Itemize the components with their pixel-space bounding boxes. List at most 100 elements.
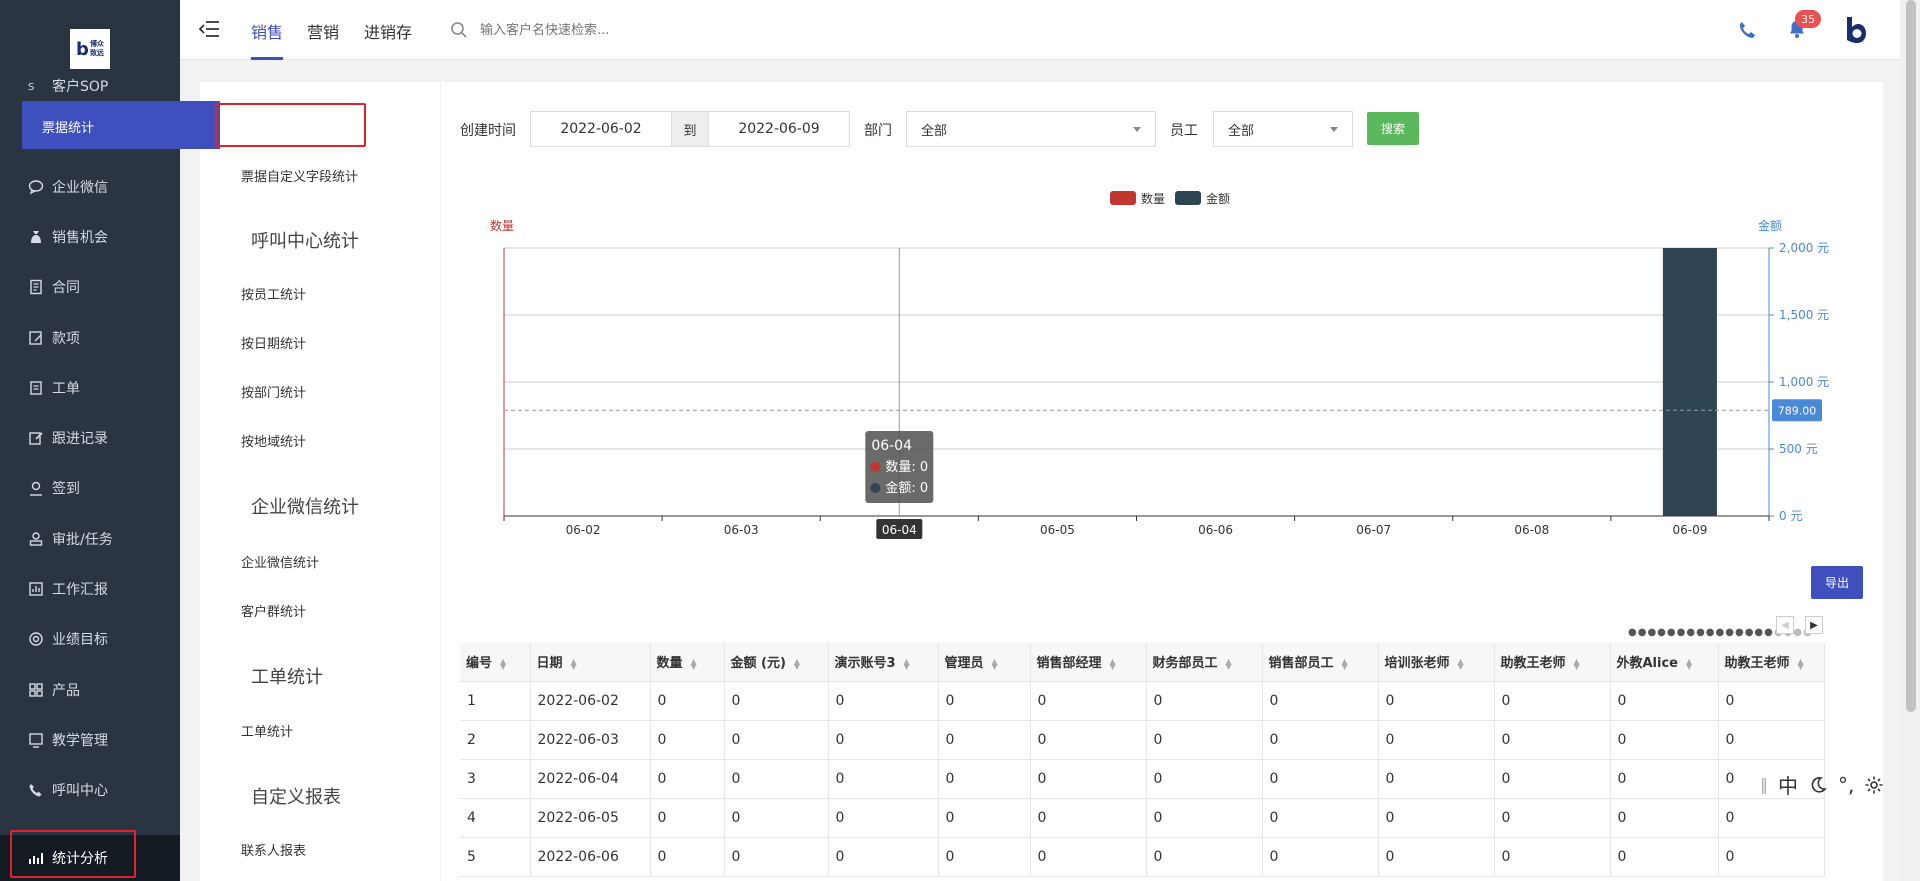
- search-button[interactable]: 搜索: [1367, 112, 1419, 145]
- sort-icon[interactable]: ▲ ▼: [1226, 657, 1232, 670]
- sidebar-item-3[interactable]: 销售机会: [0, 217, 180, 257]
- column-header[interactable]: 编号 ▲ ▼: [460, 643, 531, 682]
- stats-menu-item-active[interactable]: 票据统计: [22, 101, 220, 149]
- column-header[interactable]: 管理员 ▲ ▼: [938, 643, 1031, 682]
- legend-swatch-count[interactable]: [1110, 191, 1136, 205]
- sidebar-item-5[interactable]: 款项: [0, 318, 180, 358]
- column-header[interactable]: 外教Alice ▲ ▼: [1610, 643, 1719, 682]
- sort-icon[interactable]: ▲ ▼: [1798, 657, 1804, 670]
- table-row[interactable]: 4 2022-06-05 0 0 0 0 0 0 0 0 0 0 0: [460, 798, 1825, 838]
- table-row[interactable]: 5 2022-06-06 0 0 0 0 0 0 0 0 0 0 0: [460, 837, 1825, 877]
- ime-punctuation-toggle[interactable]: °,: [1838, 773, 1854, 797]
- sidebar-item-13[interactable]: 教学管理: [0, 720, 180, 760]
- sort-icon[interactable]: ▲ ▼: [1574, 657, 1580, 670]
- table-cell: 0: [1146, 798, 1263, 838]
- workorder-icon: [30, 381, 42, 395]
- sort-icon[interactable]: ▲ ▼: [1342, 657, 1348, 670]
- column-header[interactable]: 助教王老师 ▲ ▼: [1494, 643, 1611, 682]
- legend-label-count[interactable]: 数量: [1141, 190, 1165, 207]
- legend-swatch-amount[interactable]: [1175, 191, 1201, 205]
- sidebar-item-11[interactable]: 业绩目标: [0, 619, 180, 659]
- ime-toolbar[interactable]: ‖ 中 °,: [1760, 770, 1884, 799]
- stats-menu-item[interactable]: 企业微信统计: [241, 552, 319, 571]
- column-header-label: 培训张老师: [1384, 656, 1450, 672]
- table-cell: 0: [650, 837, 725, 877]
- table-row[interactable]: 1 2022-06-02 0 0 0 0 0 0 0 0 0 0 0: [460, 681, 1825, 721]
- table-scroll-left-button[interactable]: ◀: [1776, 616, 1794, 634]
- legend-label-amount[interactable]: 金额: [1206, 190, 1230, 207]
- table-row[interactable]: 2 2022-06-03 0 0 0 0 0 0 0 0 0 0 0: [460, 720, 1825, 760]
- column-header-label: 日期: [536, 656, 563, 672]
- dept-select[interactable]: 全部: [906, 111, 1156, 147]
- column-header[interactable]: 销售部经理 ▲ ▼: [1030, 643, 1147, 682]
- sidebar-item-7[interactable]: 跟进记录: [0, 418, 180, 458]
- sort-icon[interactable]: ▲ ▼: [500, 657, 506, 670]
- sort-icon[interactable]: ▲ ▼: [1686, 657, 1692, 670]
- column-header[interactable]: 销售部员工 ▲ ▼: [1262, 643, 1379, 682]
- sidebar-item-12[interactable]: 产品: [0, 670, 180, 710]
- ime-drag-handle[interactable]: ‖: [1760, 775, 1768, 794]
- sidebar-item-9[interactable]: 审批/任务: [0, 519, 180, 559]
- sort-icon[interactable]: ▲ ▼: [691, 657, 697, 670]
- tab-inventory[interactable]: 进销存: [364, 19, 412, 43]
- sort-icon[interactable]: ▲ ▼: [1110, 657, 1116, 670]
- tab-sales[interactable]: 销售: [251, 19, 283, 43]
- app-logo[interactable]: b 博众 致远: [70, 29, 110, 69]
- search-input[interactable]: [480, 22, 740, 38]
- staff-select[interactable]: 全部: [1213, 111, 1353, 147]
- stats-menu-item[interactable]: 客户群统计: [241, 601, 306, 620]
- column-header[interactable]: 演示账号3 ▲ ▼: [828, 643, 939, 682]
- sidebar-item-14[interactable]: 呼叫中心: [0, 770, 180, 810]
- stats-menu-item[interactable]: 按地域统计: [241, 431, 306, 450]
- x-tick-label: 06-06: [1198, 523, 1233, 537]
- column-header[interactable]: 助教王老师 ▲ ▼: [1718, 643, 1825, 682]
- sidebar-item-6[interactable]: 工单: [0, 368, 180, 408]
- moon-icon[interactable]: [1808, 775, 1828, 795]
- table-cell: 0: [650, 798, 725, 838]
- user-avatar[interactable]: [1843, 15, 1869, 45]
- statistics-chart[interactable]: 0 元 500 元 1,000 元 1,500 元 2,000 元 06-02 06-03 0…: [460, 230, 1880, 550]
- column-header[interactable]: 金额 (元) ▲ ▼: [724, 643, 829, 682]
- stats-menu-item[interactable]: 工单统计: [241, 721, 293, 740]
- sort-icon[interactable]: ▲ ▼: [571, 657, 577, 670]
- export-button[interactable]: 导出: [1811, 566, 1863, 599]
- table-cell: 0: [1262, 798, 1379, 838]
- sidebar-item-10[interactable]: 工作汇报: [0, 569, 180, 609]
- stats-menu-item[interactable]: 按员工统计: [241, 284, 306, 303]
- sort-icon[interactable]: ▲ ▼: [904, 657, 910, 670]
- stats-menu-item[interactable]: 按日期统计: [241, 333, 306, 352]
- gear-icon[interactable]: [1864, 775, 1884, 795]
- tab-marketing[interactable]: 营销: [307, 19, 339, 43]
- sidebar-item-4[interactable]: 合同: [0, 267, 180, 307]
- sidebar-item-2[interactable]: 企业微信: [0, 167, 180, 207]
- table-scroll-right-button[interactable]: ▶: [1805, 616, 1823, 634]
- ime-language-toggle[interactable]: 中: [1778, 770, 1798, 799]
- stats-menu-item[interactable]: 票据自定义字段统计: [241, 166, 358, 185]
- x-tick-label: 06-09: [1673, 523, 1708, 537]
- sort-icon[interactable]: ▲ ▼: [992, 657, 998, 670]
- sort-icon[interactable]: ▲ ▼: [794, 657, 800, 670]
- column-header[interactable]: 日期 ▲ ▼: [530, 643, 651, 682]
- column-header[interactable]: 财务部员工 ▲ ▼: [1146, 643, 1263, 682]
- column-header[interactable]: 数量 ▲ ▼: [650, 643, 725, 682]
- table-cell: 2022-06-04: [530, 759, 651, 799]
- x-tick-label: 06-08: [1514, 523, 1549, 537]
- top-bar: 销售 营销 进销存 35: [180, 0, 1900, 60]
- menu-collapse-icon[interactable]: [199, 19, 221, 39]
- stats-menu-panel: [200, 82, 440, 881]
- date-from-input[interactable]: 2022-06-02: [531, 112, 671, 146]
- date-to-input[interactable]: 2022-06-09: [709, 112, 849, 146]
- y-right-tick-label: 2,000 元: [1779, 241, 1829, 255]
- sort-icon[interactable]: ▲ ▼: [1458, 657, 1464, 670]
- contract-icon: [30, 279, 42, 295]
- table-cell: 0: [1494, 798, 1611, 838]
- stats-menu-item[interactable]: 联系人报表: [241, 840, 306, 859]
- sidebar-item-8[interactable]: 签到: [0, 468, 180, 508]
- column-header[interactable]: 培训张老师 ▲ ▼: [1378, 643, 1495, 682]
- table-row[interactable]: 3 2022-06-04 0 0 0 0 0 0 0 0 0 0 0: [460, 759, 1825, 799]
- sidebar-item-label: 合同: [52, 280, 80, 297]
- stats-menu-item[interactable]: 按部门统计: [241, 382, 306, 401]
- sidebar-item-0[interactable]: S 客户SOP: [0, 66, 180, 106]
- page-scrollbar-thumb[interactable]: [1906, 0, 1916, 712]
- phone-icon[interactable]: [1738, 20, 1756, 40]
